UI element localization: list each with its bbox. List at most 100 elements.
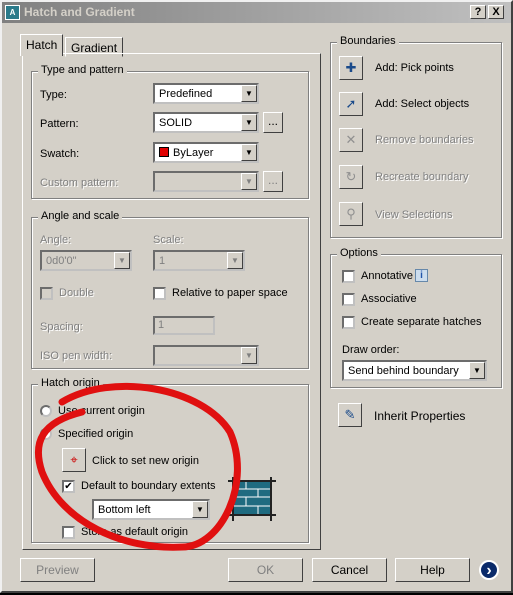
recreate-boundary-button[interactable]: ↻: [339, 165, 363, 189]
chevron-down-icon: ▼: [192, 501, 208, 518]
chevron-down-icon: ▼: [241, 144, 257, 161]
preview-button[interactable]: Preview: [20, 558, 95, 582]
group-heading: Angle and scale: [38, 210, 123, 222]
title-bar: A Hatch and Gradient ? X: [2, 2, 511, 23]
angle-select[interactable]: 0d0'0" ▼: [40, 250, 132, 271]
iso-pen-label: ISO pen width:: [40, 350, 113, 362]
specified-origin-label: Specified origin: [58, 428, 134, 440]
swatch-value: ByLayer: [173, 147, 214, 159]
view-selections-label: View Selections: [375, 209, 453, 221]
help-title-button[interactable]: ?: [470, 5, 486, 19]
group-heading: Hatch origin: [38, 377, 103, 389]
associative-checkbox[interactable]: [342, 293, 355, 306]
remove-boundaries-label: Remove boundaries: [375, 134, 474, 146]
angle-value: 0d0'0": [46, 255, 77, 267]
remove-boundaries-button[interactable]: ✕: [339, 128, 363, 152]
default-extents-label: Default to boundary extents: [81, 480, 216, 492]
use-current-origin-radio[interactable]: [40, 405, 52, 417]
boundaries-group: Boundaries ✚ Add: Pick points ➚ Add: Sel…: [330, 35, 502, 238]
help-button[interactable]: Help: [395, 558, 470, 582]
annotative-label: Annotative: [361, 270, 413, 282]
recreate-boundary-icon: ↻: [345, 169, 357, 184]
pattern-browse-button[interactable]: ...: [263, 112, 283, 133]
type-value: Predefined: [159, 88, 213, 100]
app-icon: A: [5, 5, 20, 20]
select-objects-button[interactable]: ➚: [339, 92, 363, 116]
swatch-select[interactable]: ByLayer ▼: [153, 142, 259, 163]
origin-position-select[interactable]: Bottom left ▼: [92, 499, 210, 520]
window-title: Hatch and Gradient: [24, 5, 135, 19]
select-objects-label: Add: Select objects: [375, 98, 470, 110]
store-default-checkbox[interactable]: [62, 526, 75, 539]
tab-hatch[interactable]: Hatch: [20, 34, 64, 56]
pattern-value: SOLID: [159, 117, 193, 129]
angle-label: Angle:: [40, 234, 72, 246]
info-icon[interactable]: i: [415, 269, 428, 282]
scale-label: Scale:: [153, 234, 184, 246]
relative-paper-label: Relative to paper space: [172, 287, 288, 299]
set-origin-icon: ⌖: [70, 452, 78, 467]
default-extents-checkbox[interactable]: ✔: [62, 480, 75, 493]
chevron-down-icon: ▼: [469, 362, 485, 379]
chevron-down-icon: ▼: [241, 173, 257, 190]
recreate-boundary-label: Recreate boundary: [375, 171, 469, 183]
close-button[interactable]: X: [488, 5, 504, 19]
swatch-label: Swatch:: [40, 148, 80, 160]
set-origin-label: Click to set new origin: [92, 455, 199, 467]
pattern-label: Pattern:: [40, 118, 79, 130]
chevron-down-icon: ▼: [241, 114, 257, 131]
hatch-tab-panel: Type and pattern Type: Predefined ▼ Patte…: [22, 53, 321, 550]
type-select[interactable]: Predefined ▼: [153, 83, 259, 104]
angle-scale-group: Angle and scale Angle: 0d0'0" ▼ Scale: 1 ▼…: [31, 210, 309, 369]
custom-browse-button[interactable]: ...: [263, 171, 283, 192]
use-current-origin-label: Use current origin: [58, 405, 145, 417]
draw-order-select[interactable]: Send behind boundary ▼: [342, 360, 487, 381]
scale-select[interactable]: 1 ▼: [153, 250, 245, 271]
select-objects-icon: ➚: [345, 96, 357, 111]
spacing-label: Spacing:: [40, 321, 83, 333]
relative-paper-checkbox[interactable]: [153, 287, 166, 300]
type-label: Type:: [40, 89, 67, 101]
double-checkbox[interactable]: [40, 287, 53, 300]
chevron-down-icon: ▼: [227, 252, 243, 269]
remove-boundaries-icon: ✕: [345, 132, 357, 147]
draw-order-label: Draw order:: [342, 344, 400, 356]
view-selections-button[interactable]: ⚲: [339, 202, 363, 226]
store-default-label: Store as default origin: [81, 526, 189, 538]
group-heading: Type and pattern: [38, 64, 127, 76]
pattern-select[interactable]: SOLID ▼: [153, 112, 259, 133]
group-heading: Boundaries: [337, 35, 399, 47]
pick-points-icon: ✚: [345, 60, 357, 75]
hatch-origin-group: Hatch origin Use current origin Specifie…: [31, 377, 309, 543]
cancel-button[interactable]: Cancel: [312, 558, 387, 582]
pick-points-button[interactable]: ✚: [339, 56, 363, 80]
custom-pattern-label: Custom pattern:: [40, 177, 119, 189]
chevron-down-icon: ▼: [241, 85, 257, 102]
origin-preview-icon: [228, 477, 276, 521]
pick-points-label: Add: Pick points: [375, 62, 454, 74]
custom-pattern-select[interactable]: ▼: [153, 171, 259, 192]
separate-hatches-checkbox[interactable]: [342, 316, 355, 329]
magnifier-icon: ⚲: [346, 206, 356, 221]
spacing-input[interactable]: 1: [153, 316, 215, 335]
options-group: Options Annotative i Associative Create …: [330, 247, 502, 388]
type-pattern-group: Type and pattern Type: Predefined ▼ Patte…: [31, 64, 309, 199]
hatch-gradient-dialog: A Hatch and Gradient ? X Hatch Gradient …: [0, 0, 513, 593]
chevron-down-icon: ▼: [114, 252, 130, 269]
double-label: Double: [59, 287, 94, 299]
origin-position-value: Bottom left: [98, 504, 151, 516]
more-options-button[interactable]: ›: [479, 560, 499, 580]
ok-button[interactable]: OK: [228, 558, 303, 582]
group-heading: Options: [337, 247, 381, 259]
inherit-properties-button[interactable]: ✎: [338, 403, 362, 427]
associative-label: Associative: [361, 293, 417, 305]
swatch-color: [159, 147, 169, 157]
scale-value: 1: [159, 255, 166, 267]
inherit-properties-label: Inherit Properties: [374, 409, 466, 423]
specified-origin-radio[interactable]: [40, 428, 52, 440]
draw-order-value: Send behind boundary: [348, 365, 459, 377]
set-origin-button[interactable]: ⌖: [62, 448, 86, 472]
iso-pen-select[interactable]: ▼: [153, 345, 259, 366]
inherit-brush-icon: ✎: [344, 407, 356, 422]
annotative-checkbox[interactable]: [342, 270, 355, 283]
